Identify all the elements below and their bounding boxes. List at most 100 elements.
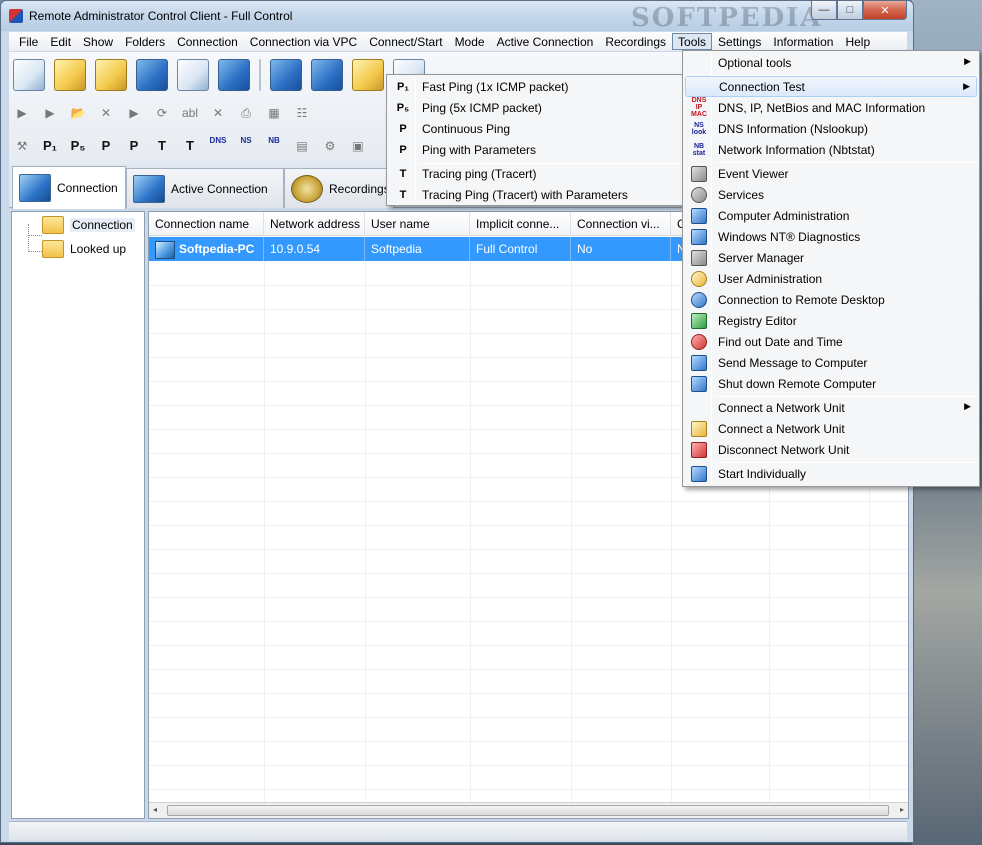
- column-network-address[interactable]: Network address: [264, 212, 365, 236]
- horizontal-scrollbar[interactable]: ◂ ▸: [149, 802, 908, 818]
- menu-item-services[interactable]: Services: [685, 184, 977, 205]
- play-next-icon[interactable]: ▶: [41, 104, 59, 122]
- menu-item-send-message[interactable]: Send Message to Computer: [685, 352, 977, 373]
- connection-list-icon[interactable]: [13, 59, 45, 91]
- tab-recordings[interactable]: Recordings: [284, 168, 394, 208]
- minimize-button[interactable]: —: [811, 1, 837, 20]
- menu-item-tracert-parameters[interactable]: T Tracing Ping (Tracert) with Parameters: [389, 184, 681, 205]
- menu-item-start-individually[interactable]: Start Individually: [685, 463, 977, 484]
- properties-icon[interactable]: [177, 59, 209, 91]
- nbtstat-icon[interactable]: NB: [265, 137, 283, 155]
- grid-line: [571, 236, 572, 806]
- computer-admin-icon[interactable]: ▣: [349, 137, 367, 155]
- menu-item-disconnect-network-unit[interactable]: Disconnect Network Unit: [685, 439, 977, 460]
- fast-ping-icon[interactable]: P₁: [41, 137, 59, 155]
- menu-item-optional-tools[interactable]: Optional tools ▶: [685, 52, 977, 73]
- search-computer-icon[interactable]: [136, 59, 168, 91]
- menu-information[interactable]: Information: [767, 33, 839, 50]
- folder-icon: [42, 240, 64, 258]
- list-view-icon[interactable]: ☷: [293, 104, 311, 122]
- close-button[interactable]: ✕: [863, 1, 907, 20]
- menu-item-remote-desktop[interactable]: Connection to Remote Desktop: [685, 289, 977, 310]
- play-icon[interactable]: ▶: [13, 104, 31, 122]
- tab-active-connection[interactable]: Active Connection: [126, 168, 284, 208]
- menu-connection[interactable]: Connection: [171, 33, 244, 50]
- ping-5-icon: P₅: [396, 101, 410, 114]
- menu-show[interactable]: Show: [77, 33, 119, 50]
- menu-edit[interactable]: Edit: [44, 33, 77, 50]
- message-icon: [688, 354, 710, 372]
- menu-recordings[interactable]: Recordings: [599, 33, 672, 50]
- menu-item-nslookup[interactable]: NS look DNS Information (Nslookup): [685, 118, 977, 139]
- menu-connection-via-vpc[interactable]: Connection via VPC: [244, 33, 363, 50]
- view-only-icon[interactable]: [311, 59, 343, 91]
- column-user-name[interactable]: User name: [365, 212, 470, 236]
- column-connection-name[interactable]: Connection name: [149, 212, 264, 236]
- ping-parameters-icon: P: [399, 143, 407, 156]
- menu-file[interactable]: File: [13, 33, 44, 50]
- menu-settings[interactable]: Settings: [712, 33, 767, 50]
- delete-icon[interactable]: ✕: [97, 104, 115, 122]
- menu-item-event-viewer[interactable]: Event Viewer: [685, 163, 977, 184]
- menu-item-shutdown[interactable]: Shut down Remote Computer: [685, 373, 977, 394]
- scan-network-icon[interactable]: [54, 59, 86, 91]
- column-connection-via[interactable]: Connection vi...: [571, 212, 671, 236]
- tracert-icon[interactable]: T: [153, 137, 171, 155]
- grid-line: [365, 236, 366, 806]
- full-control-icon[interactable]: [270, 59, 302, 91]
- scroll-thumb[interactable]: [167, 805, 889, 816]
- settings-monitor-icon[interactable]: [218, 59, 250, 91]
- menu-item-registry-editor[interactable]: Registry Editor: [685, 310, 977, 331]
- film-reel-icon: [291, 174, 323, 203]
- menu-item-connect-network-unit-submenu[interactable]: Connect a Network Unit ▶: [685, 397, 977, 418]
- menu-item-connection-test[interactable]: Connection Test ▶: [685, 76, 977, 97]
- menu-item-ping-parameters[interactable]: P Ping with Parameters: [389, 139, 681, 160]
- title-bar[interactable]: Remote Administrator Control Client - Fu…: [1, 1, 913, 33]
- column-implicit-connection[interactable]: Implicit conne...: [470, 212, 571, 236]
- menu-mode[interactable]: Mode: [449, 33, 491, 50]
- menu-item-user-administration[interactable]: User Administration: [685, 268, 977, 289]
- tools-icon[interactable]: ⚒: [13, 137, 31, 155]
- menu-active-connection[interactable]: Active Connection: [491, 33, 600, 50]
- menu-item-label: Disconnect Network Unit: [718, 442, 850, 457]
- remove-icon[interactable]: ✕: [209, 104, 227, 122]
- nslookup-icon[interactable]: NS: [237, 137, 255, 155]
- tree-item-looked-up[interactable]: Looked up: [42, 240, 126, 258]
- open-folder-icon[interactable]: 📂: [69, 104, 87, 122]
- menu-item-connect-network-unit[interactable]: Connect a Network Unit: [685, 418, 977, 439]
- menu-folders[interactable]: Folders: [119, 33, 171, 50]
- file-transfer-icon[interactable]: [352, 59, 384, 91]
- scroll-right-icon[interactable]: ▸: [900, 805, 904, 814]
- menu-item-date-time[interactable]: Find out Date and Time: [685, 331, 977, 352]
- menu-tools[interactable]: Tools: [672, 33, 713, 50]
- maximize-button[interactable]: □: [837, 1, 863, 20]
- menu-item-tracert[interactable]: T Tracing ping (Tracert): [389, 163, 681, 184]
- grid-view-icon[interactable]: ▦: [265, 104, 283, 122]
- menu-item-continuous-ping[interactable]: P Continuous Ping: [389, 118, 681, 139]
- menu-item-ping-5x[interactable]: P₅ Ping (5x ICMP packet): [389, 97, 681, 118]
- event-viewer-icon[interactable]: ▤: [293, 137, 311, 155]
- ping-parameters-icon[interactable]: P: [125, 137, 143, 155]
- dns-ip-mac-icon[interactable]: DNS: [209, 137, 227, 155]
- services-icon[interactable]: ⚙: [321, 137, 339, 155]
- menu-item-nbtstat[interactable]: NB stat Network Information (Nbtstat): [685, 139, 977, 160]
- print-icon[interactable]: ⎙: [237, 104, 255, 122]
- ping-5x-icon[interactable]: P₅: [69, 137, 87, 155]
- menu-item-computer-administration[interactable]: Computer Administration: [685, 205, 977, 226]
- tracert-parameters-icon[interactable]: T: [181, 137, 199, 155]
- find-computer-icon[interactable]: [95, 59, 127, 91]
- refresh-icon[interactable]: ⟳: [153, 104, 171, 122]
- menu-item-server-manager[interactable]: Server Manager: [685, 247, 977, 268]
- continuous-ping-icon[interactable]: P: [97, 137, 115, 155]
- menu-item-dns-ip-netbios-mac[interactable]: DNS IP MAC DNS, IP, NetBios and MAC Info…: [685, 97, 977, 118]
- menu-item-fast-ping[interactable]: P₁ Fast Ping (1x ICMP packet): [389, 76, 681, 97]
- menu-help[interactable]: Help: [839, 33, 876, 50]
- rename-icon[interactable]: abl: [181, 104, 199, 122]
- tree-item-connection[interactable]: Connection: [42, 216, 135, 234]
- menu-connect-start[interactable]: Connect/Start: [363, 33, 448, 50]
- grid-line: [149, 645, 908, 646]
- tab-connection[interactable]: Connection: [12, 166, 126, 209]
- scroll-left-icon[interactable]: ◂: [153, 805, 157, 814]
- run-icon[interactable]: ▶: [125, 104, 143, 122]
- menu-item-windows-nt-diagnostics[interactable]: Windows NT® Diagnostics: [685, 226, 977, 247]
